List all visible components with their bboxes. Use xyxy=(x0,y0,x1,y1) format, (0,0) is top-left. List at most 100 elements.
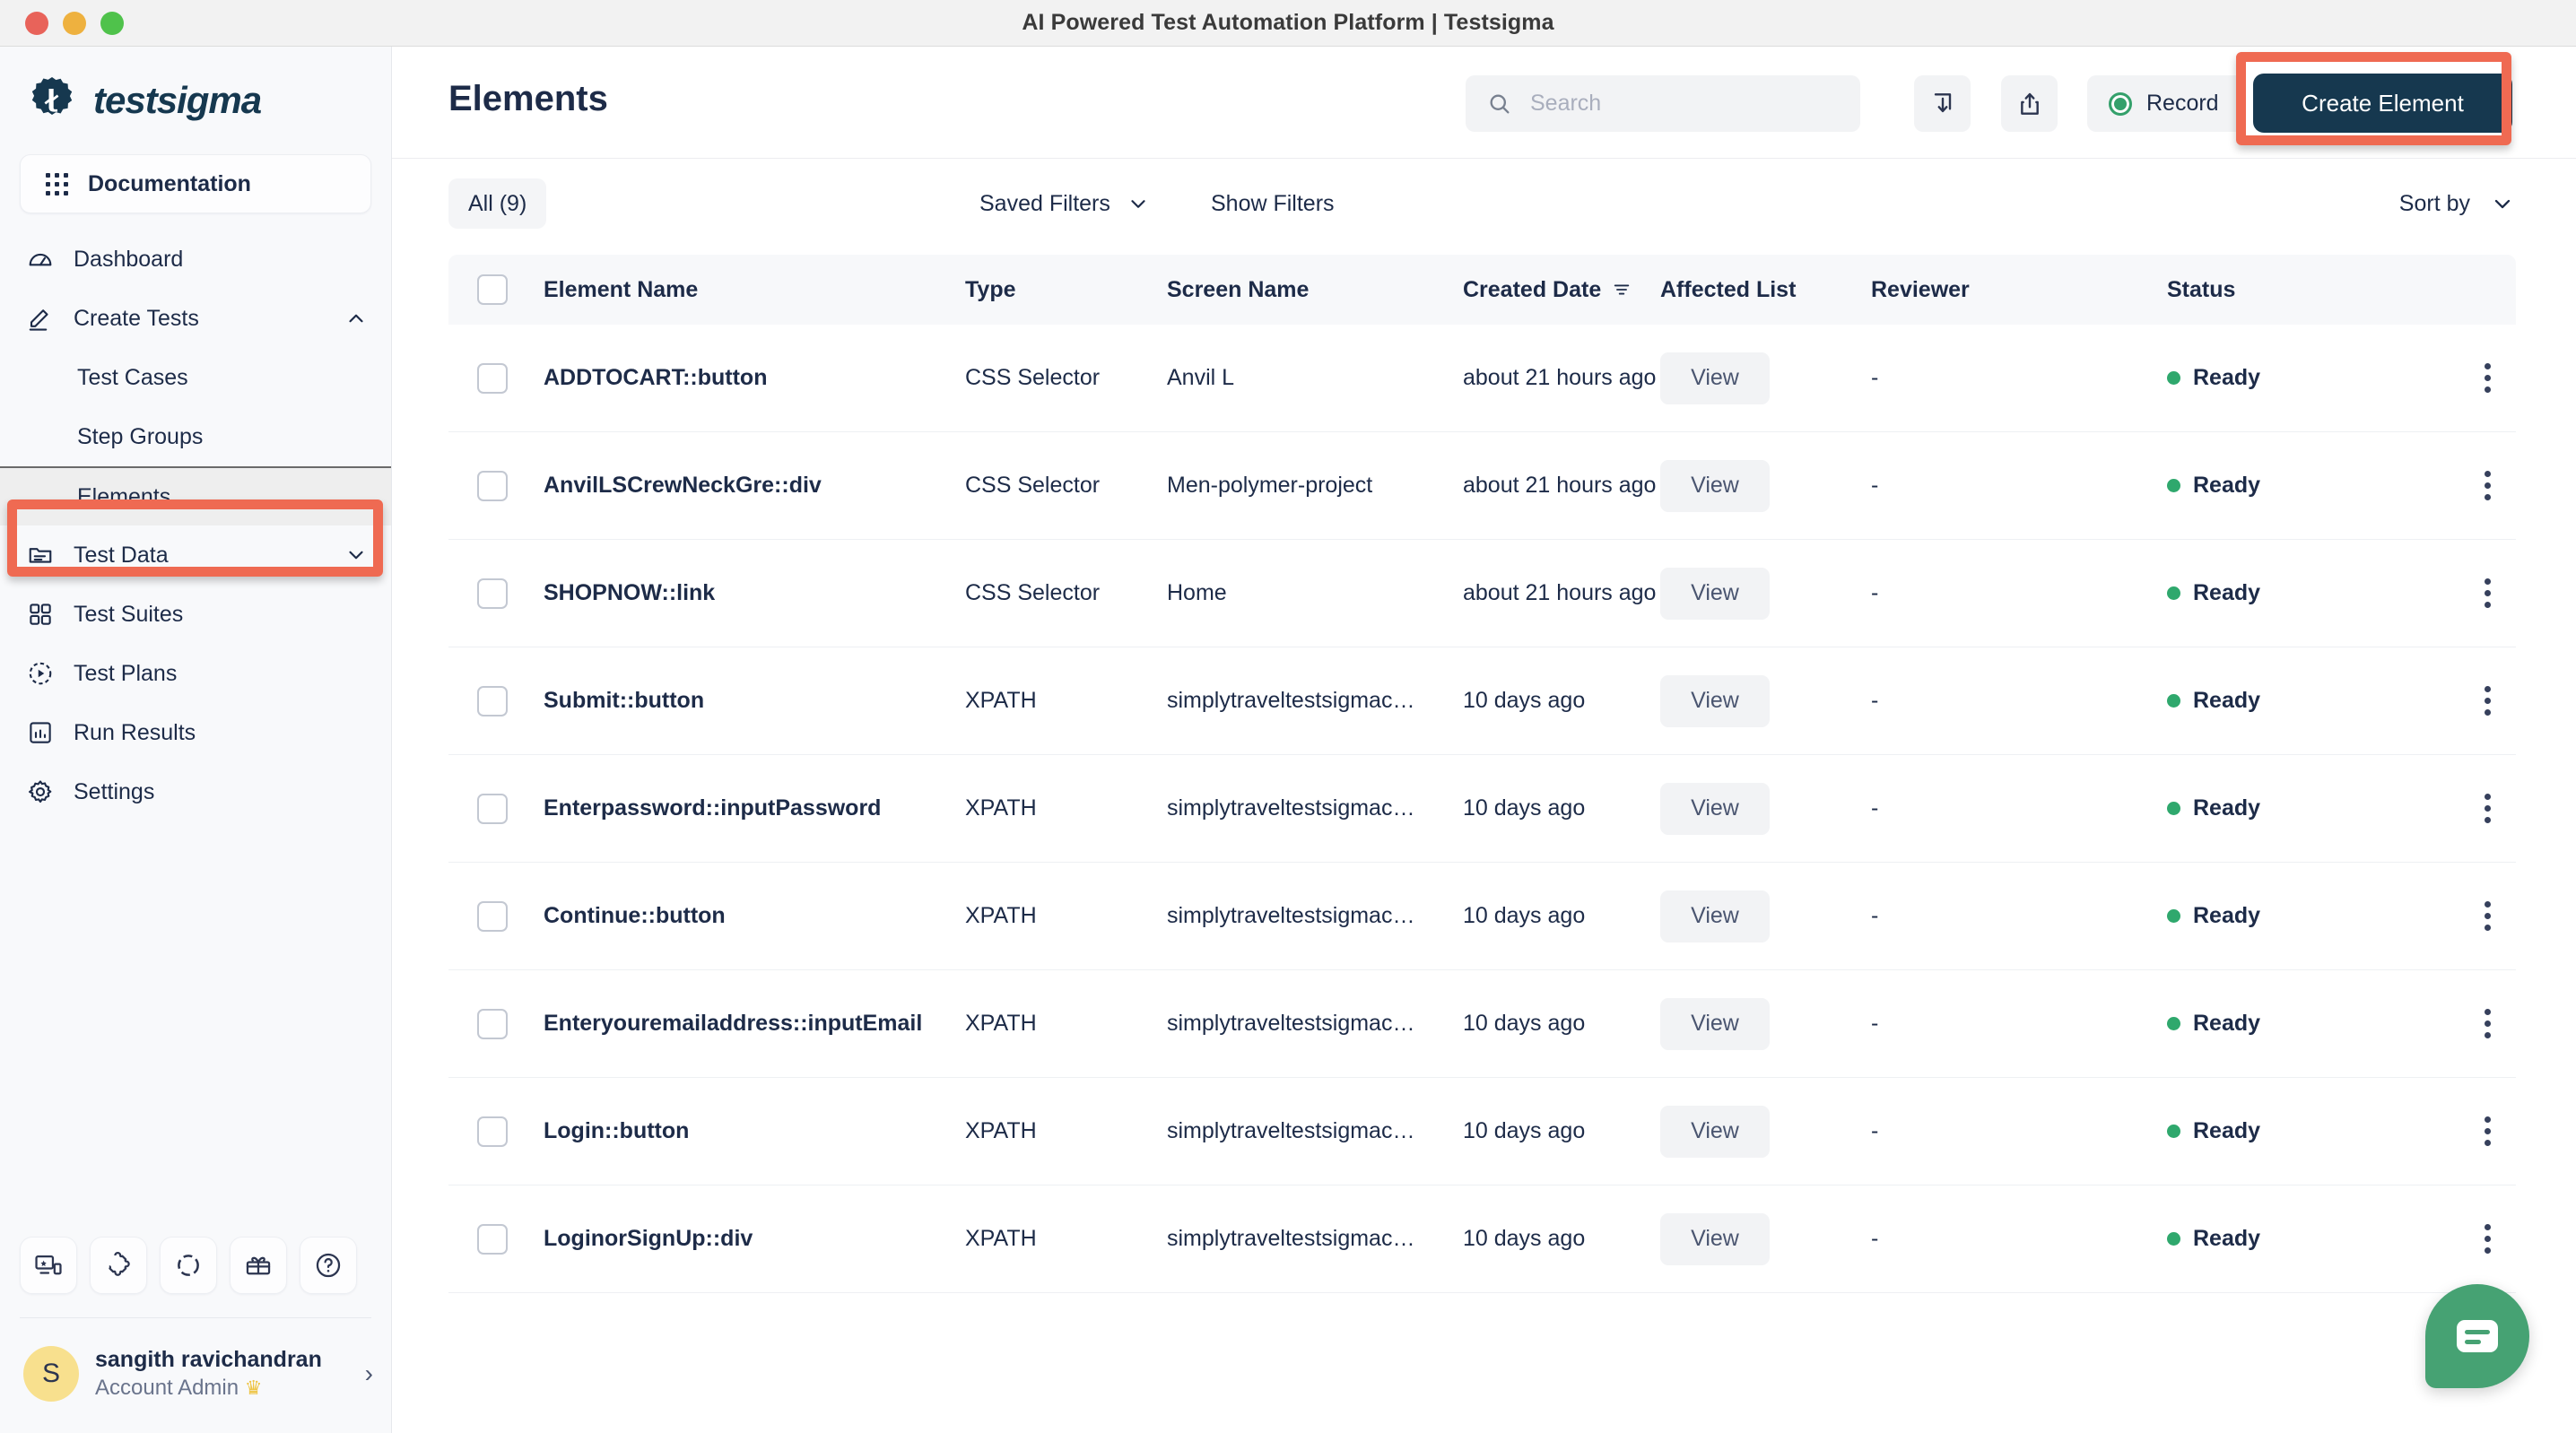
progress-button[interactable] xyxy=(160,1237,217,1294)
sidebar-label-test-data: Test Data xyxy=(74,542,169,568)
chevron-down-icon xyxy=(1131,200,1145,208)
sidebar-item-elements[interactable]: Elements xyxy=(0,466,391,525)
brand-logo[interactable]: testsigma xyxy=(0,47,391,126)
sidebar-item-test-data[interactable]: Test Data xyxy=(0,525,391,585)
table-row[interactable]: Login::button XPATH simplytraveltestsigm… xyxy=(448,1078,2516,1185)
view-affected-list-button[interactable]: View xyxy=(1660,1105,1770,1158)
column-header-screen-name[interactable]: Screen Name xyxy=(1167,277,1463,303)
sidebar-item-dashboard[interactable]: Dashboard xyxy=(0,230,391,289)
search-input[interactable] xyxy=(1530,91,1826,117)
row-checkbox[interactable] xyxy=(477,900,508,932)
account-name: sangith ravichandran xyxy=(95,1347,322,1373)
view-affected-list-button[interactable]: View xyxy=(1660,1212,1770,1265)
cell-type: CSS Selector xyxy=(965,473,1101,498)
share-button[interactable] xyxy=(2001,75,2058,132)
row-checkbox[interactable] xyxy=(477,578,508,609)
table-row[interactable]: AnvilLSCrewNeckGre::div CSS Selector Men… xyxy=(448,432,2516,540)
row-checkbox[interactable] xyxy=(477,685,508,716)
row-actions-menu-button[interactable] xyxy=(2479,1219,2496,1259)
main-content: Elements Record Crea xyxy=(392,47,2576,1433)
sidebar-label-elements: Elements xyxy=(77,483,171,509)
cell-element-name: Continue::button xyxy=(544,903,726,928)
row-actions-menu-button[interactable] xyxy=(2479,1003,2496,1044)
column-header-type[interactable]: Type xyxy=(965,277,1167,303)
column-header-status[interactable]: Status xyxy=(2167,277,2445,303)
view-affected-list-button[interactable]: View xyxy=(1660,997,1770,1050)
view-affected-list-button[interactable]: View xyxy=(1660,352,1770,404)
minimize-window-button[interactable] xyxy=(63,12,86,35)
sidebar-nav: Dashboard Create Tests Test Cases Step G… xyxy=(0,230,391,821)
column-header-reviewer[interactable]: Reviewer xyxy=(1871,277,2167,303)
cell-element-name: Enterpassword::inputPassword xyxy=(544,795,882,821)
sidebar-item-settings[interactable]: Settings xyxy=(0,762,391,821)
cell-reviewer: - xyxy=(1871,1226,1879,1251)
search-box[interactable] xyxy=(1466,75,1860,132)
row-actions-menu-button[interactable] xyxy=(2479,465,2496,506)
sidebar-item-documentation[interactable]: Documentation xyxy=(20,154,371,213)
sidebar-item-test-plans[interactable]: Test Plans xyxy=(0,644,391,703)
column-header-element-name[interactable]: Element Name xyxy=(544,277,965,303)
table-row[interactable]: SHOPNOW::link CSS Selector Home about 21… xyxy=(448,540,2516,647)
filter-icon xyxy=(1614,284,1630,295)
table-row[interactable]: LoginorSignUp::div XPATH simplytraveltes… xyxy=(448,1185,2516,1293)
close-window-button[interactable] xyxy=(25,12,48,35)
table-row[interactable]: Enterpassword::inputPassword XPATH simpl… xyxy=(448,755,2516,863)
documentation-label: Documentation xyxy=(88,170,251,196)
app-root: AI Powered Test Automation Platform | Te… xyxy=(0,0,2576,1433)
extensions-button[interactable] xyxy=(90,1237,147,1294)
select-all-cell xyxy=(448,274,544,305)
row-actions-menu-button[interactable] xyxy=(2479,896,2496,936)
row-actions-menu-button[interactable] xyxy=(2479,681,2496,721)
sidebar-item-test-suites[interactable]: Test Suites xyxy=(0,585,391,644)
sidebar-label-test-cases: Test Cases xyxy=(77,364,188,390)
view-affected-list-button[interactable]: View xyxy=(1660,890,1770,942)
row-actions-menu-button[interactable] xyxy=(2479,573,2496,613)
view-affected-list-button[interactable]: View xyxy=(1660,674,1770,727)
column-header-affected-list[interactable]: Affected List xyxy=(1660,277,1871,303)
sidebar-label-settings: Settings xyxy=(74,778,155,804)
table-row[interactable]: Continue::button XPATH simplytraveltests… xyxy=(448,863,2516,970)
cell-element-name: Enteryouremailaddress::inputEmail xyxy=(544,1011,923,1036)
chat-support-button[interactable] xyxy=(2425,1284,2529,1388)
gifts-button[interactable] xyxy=(230,1237,287,1294)
create-element-button[interactable]: Create Element xyxy=(2253,74,2512,133)
status-label: Ready xyxy=(2193,1011,2261,1036)
record-label: Record xyxy=(2146,91,2219,116)
page-title: Elements xyxy=(448,79,608,118)
share-upload-icon xyxy=(2020,92,2039,115)
row-checkbox[interactable] xyxy=(477,362,508,394)
row-checkbox[interactable] xyxy=(477,793,508,824)
devices-button[interactable] xyxy=(20,1237,77,1294)
select-all-checkbox[interactable] xyxy=(477,274,508,305)
row-checkbox[interactable] xyxy=(477,470,508,501)
sidebar-item-step-groups[interactable]: Step Groups xyxy=(0,407,391,466)
filter-chip-all[interactable]: All (9) xyxy=(448,178,547,229)
sort-by-dropdown[interactable]: Sort by xyxy=(2399,178,2515,229)
table-row[interactable]: Submit::button XPATH simplytraveltestsig… xyxy=(448,647,2516,755)
table-row[interactable]: Enteryouremailaddress::inputEmail XPATH … xyxy=(448,970,2516,1078)
record-button[interactable]: Record xyxy=(2087,75,2244,132)
maximize-window-button[interactable] xyxy=(100,12,124,35)
column-header-created-date[interactable]: Created Date xyxy=(1463,277,1660,303)
help-button[interactable] xyxy=(300,1237,357,1294)
account-menu[interactable]: S sangith ravichandran Account Admin ♛ › xyxy=(23,1333,373,1415)
view-affected-list-button[interactable]: View xyxy=(1660,567,1770,620)
row-actions-menu-button[interactable] xyxy=(2479,788,2496,829)
row-actions-menu-button[interactable] xyxy=(2479,358,2496,398)
sidebar-item-test-cases[interactable]: Test Cases xyxy=(0,348,391,407)
sidebar-tool-buttons xyxy=(20,1237,357,1294)
row-actions-menu-button[interactable] xyxy=(2479,1111,2496,1151)
row-checkbox[interactable] xyxy=(477,1116,508,1147)
table-row[interactable]: ADDTOCART::button CSS Selector Anvil L a… xyxy=(448,325,2516,432)
sidebar-item-create-tests[interactable]: Create Tests xyxy=(0,289,391,348)
sidebar-item-run-results[interactable]: Run Results xyxy=(0,703,391,762)
row-checkbox[interactable] xyxy=(477,1008,508,1039)
download-button[interactable] xyxy=(1914,75,1971,132)
saved-filters-dropdown[interactable]: Saved Filters xyxy=(979,178,1150,229)
status-dot-icon xyxy=(2167,1232,2180,1246)
view-affected-list-button[interactable]: View xyxy=(1660,782,1770,835)
view-affected-list-button[interactable]: View xyxy=(1660,459,1770,512)
cell-type: XPATH xyxy=(965,688,1037,713)
show-filters-button[interactable]: Show Filters xyxy=(1211,178,1335,229)
row-checkbox[interactable] xyxy=(477,1223,508,1255)
